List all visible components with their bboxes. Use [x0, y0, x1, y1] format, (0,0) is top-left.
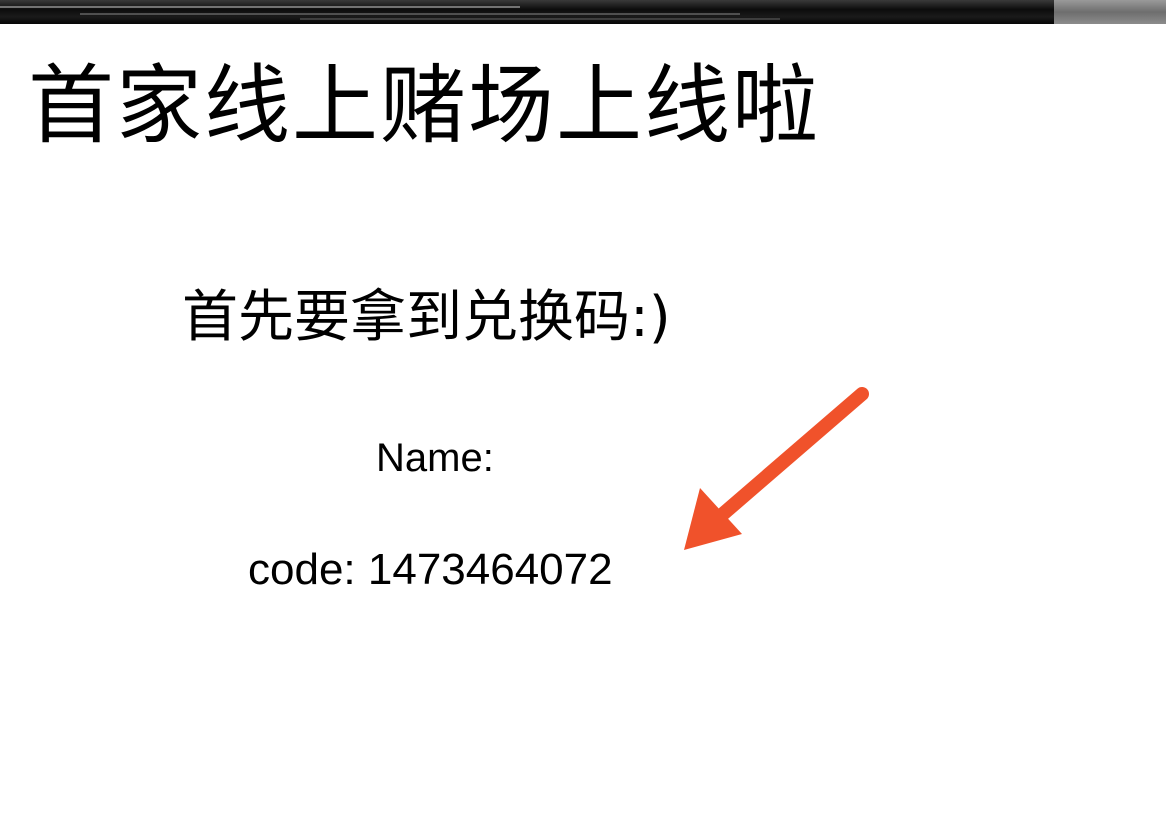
strip-streak: [300, 18, 780, 20]
code-line: code: 1473464072: [248, 540, 613, 600]
code-value: 1473464072: [367, 545, 613, 594]
arrow-shaft: [709, 387, 869, 527]
top-image-strip: [0, 0, 1166, 24]
arrow-pointing-to-code-icon: [684, 387, 869, 550]
page-title: 首家线上赌场上线啦: [28, 56, 820, 156]
strip-right-block: [1054, 0, 1166, 24]
code-label: code:: [248, 545, 356, 594]
page-subtitle: 首先要拿到兑换码:): [182, 285, 671, 350]
strip-streak: [0, 6, 520, 8]
strip-streak: [80, 13, 740, 15]
name-label: Name:: [376, 436, 494, 480]
